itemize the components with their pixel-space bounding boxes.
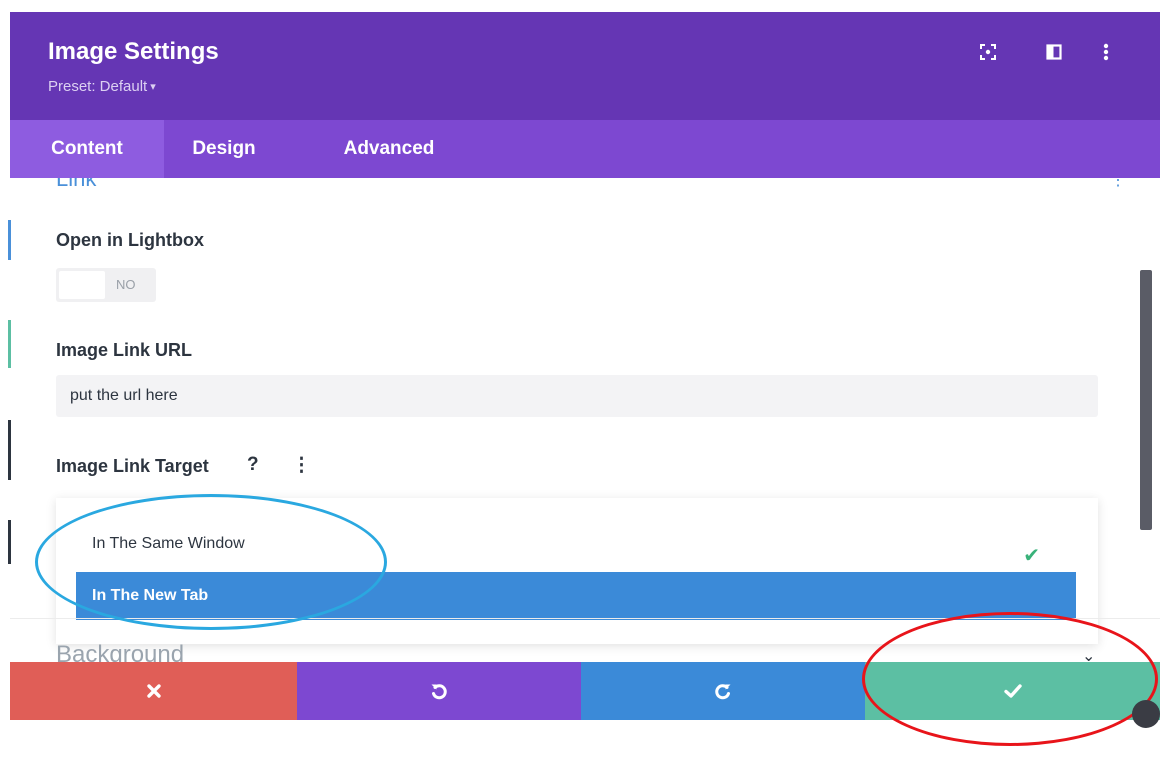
caret-down-icon: ▾ [150, 81, 156, 93]
close-icon [146, 684, 161, 698]
redo-icon [715, 684, 731, 700]
link-url-input[interactable] [56, 375, 1098, 417]
resize-handle[interactable] [1132, 700, 1160, 728]
link-target-label: Image Link Target [56, 456, 209, 476]
undo-icon [431, 684, 447, 700]
lightbox-toggle[interactable]: NO [56, 268, 156, 302]
more-options-icon[interactable] [1096, 42, 1116, 62]
edge-marker [8, 520, 11, 564]
tab-bar: Content Design Advanced [10, 120, 1160, 178]
scrollbar[interactable] [1140, 270, 1152, 530]
preset-selector[interactable]: Preset: Default ▾ [48, 78, 156, 95]
edge-marker [8, 220, 11, 260]
split-view-icon[interactable] [1044, 42, 1064, 62]
toggle-state-text: NO [116, 277, 136, 292]
section-more-icon[interactable]: ⋮ [1110, 178, 1126, 190]
link-url-label: Image Link URL [56, 340, 193, 360]
edge-marker [8, 420, 11, 480]
tab-content[interactable]: Content [10, 120, 164, 178]
annotation-circle-red [862, 612, 1158, 746]
toggle-knob [59, 271, 105, 299]
chevron-up-icon[interactable]: ⌃ [1078, 178, 1091, 190]
section-title-background[interactable]: Background [56, 641, 184, 662]
modal-title: Image Settings [48, 38, 219, 65]
field-options-icon[interactable]: ⋮ [292, 454, 311, 477]
discard-button[interactable] [10, 662, 297, 720]
focus-icon[interactable] [978, 42, 998, 62]
undo-button[interactable] [297, 662, 581, 720]
redo-button[interactable] [581, 662, 865, 720]
lightbox-label: Open in Lightbox [56, 230, 204, 250]
tab-advanced[interactable]: Advanced [320, 120, 458, 178]
section-title-link: Link [56, 178, 97, 191]
preset-label: Preset: Default [48, 78, 148, 95]
modal-header: Image Settings Preset: Default ▾ [10, 12, 1160, 120]
help-icon[interactable]: ? [247, 454, 259, 476]
annotation-circle-blue [35, 494, 387, 630]
tab-design[interactable]: Design [164, 120, 284, 178]
edge-marker [8, 320, 11, 368]
